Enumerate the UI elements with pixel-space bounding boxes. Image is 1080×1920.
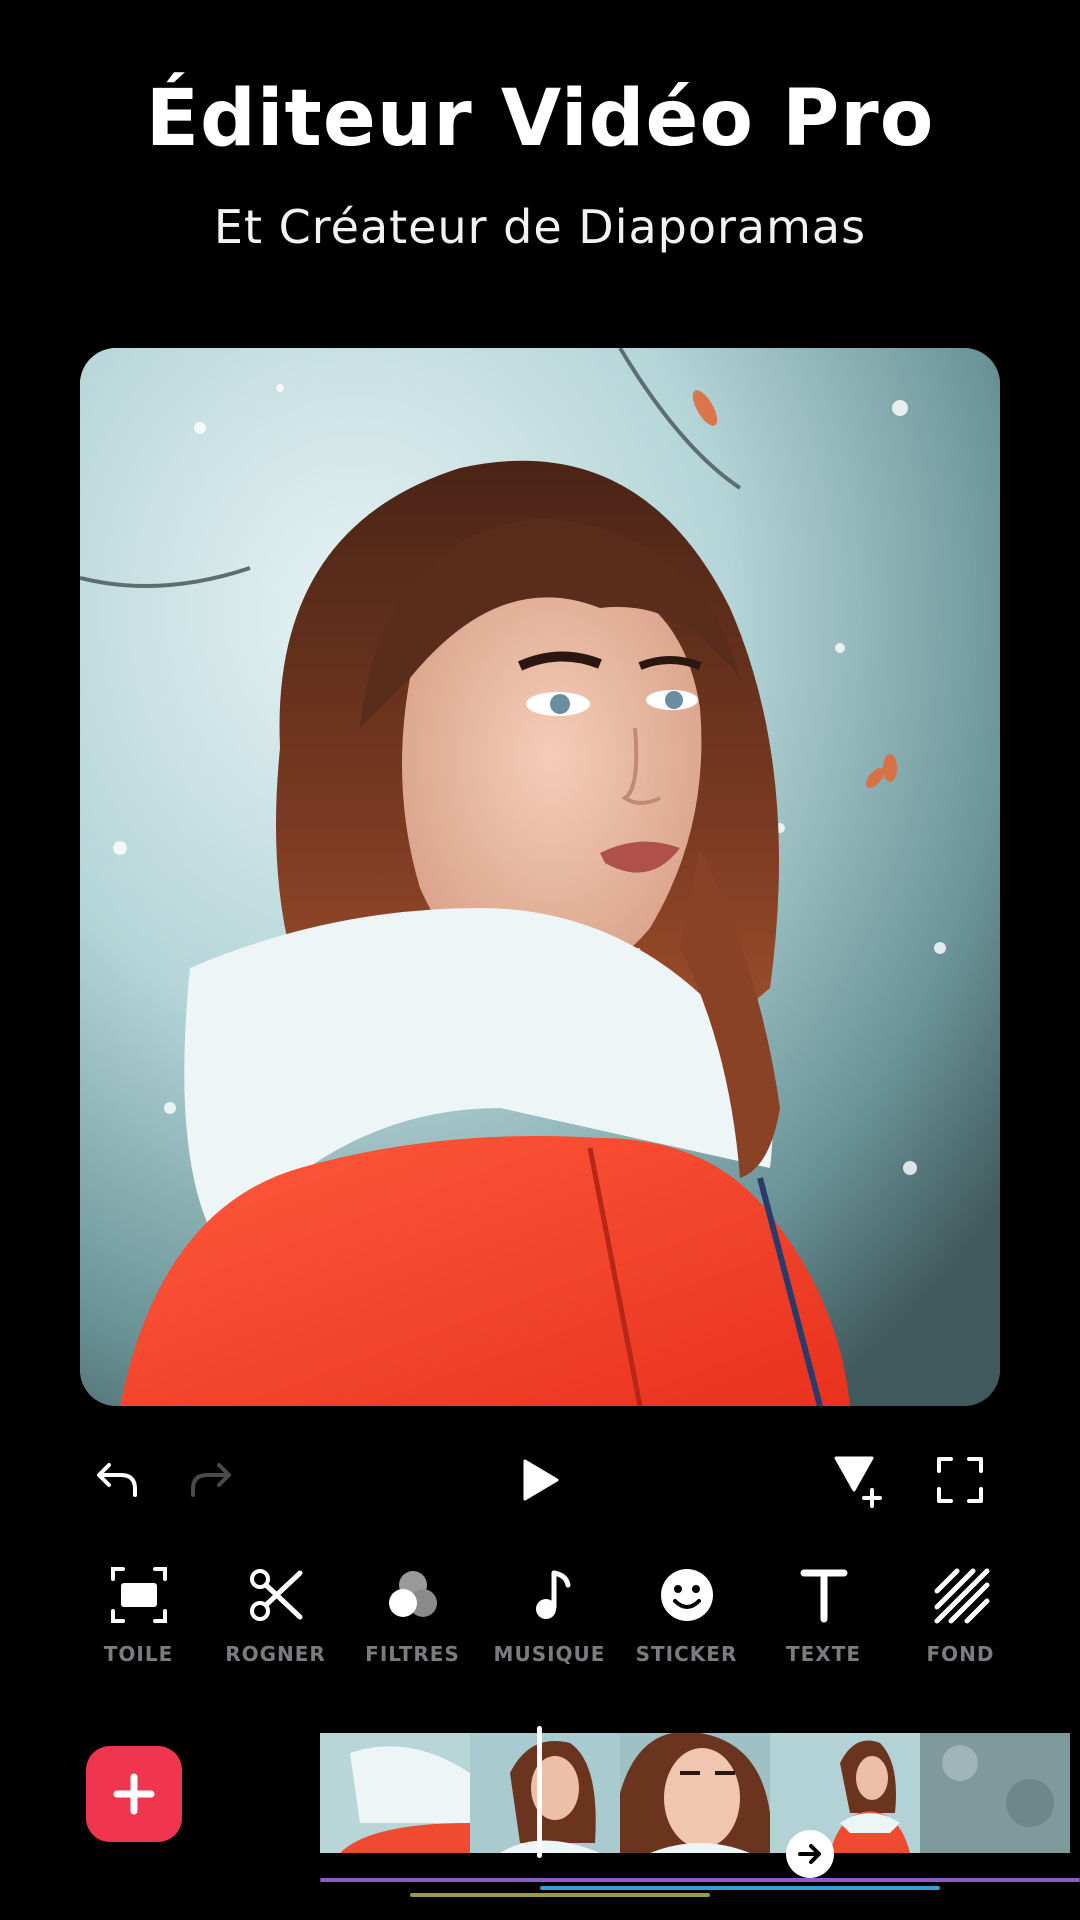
music-note-icon (535, 1570, 570, 1619)
filters-icon (388, 1571, 437, 1617)
preview-image (80, 348, 1000, 1406)
tool-label: MUSIQUE (493, 1642, 606, 1666)
track-olive[interactable] (410, 1893, 710, 1897)
page-title: Éditeur Vidéo Pro (145, 74, 935, 164)
smiley-icon (660, 1569, 713, 1621)
track-purple[interactable] (320, 1878, 1080, 1882)
tool-music[interactable]: MUSIQUE (481, 1560, 618, 1680)
tool-trim[interactable]: ROGNER (207, 1560, 344, 1680)
timeline-frame (470, 1733, 620, 1853)
canvas-icon (110, 1567, 167, 1623)
timeline-frame (920, 1733, 1070, 1853)
fullscreen-icon (937, 1457, 983, 1503)
promo-screen: { "header": { "title": "Éditeur Vidéo Pr… (0, 0, 1080, 1920)
text-icon (800, 1569, 847, 1623)
plus-icon (113, 1773, 155, 1815)
tool-label: ROGNER (225, 1642, 326, 1666)
timeline-frame (620, 1733, 770, 1853)
page-subtitle: Et Créateur de Diaporamas (213, 200, 867, 254)
tool-label: FILTRES (365, 1642, 460, 1666)
tool-canvas[interactable]: TOILE (70, 1560, 207, 1680)
play-icon (523, 1459, 559, 1501)
undo-icon (97, 1463, 137, 1497)
timeline-frame (320, 1733, 470, 1853)
undo-button[interactable] (78, 1440, 158, 1520)
redo-button[interactable] (170, 1440, 250, 1520)
tool-text[interactable]: TEXTE (755, 1560, 892, 1680)
playhead[interactable] (537, 1726, 542, 1858)
redo-icon (191, 1463, 231, 1497)
transition-button[interactable] (786, 1830, 834, 1878)
tool-background[interactable]: FOND (892, 1560, 1029, 1680)
tool-label: FOND (926, 1642, 995, 1666)
keyframe-add-icon (834, 1456, 882, 1508)
play-button[interactable] (498, 1440, 578, 1520)
tool-filters[interactable]: FILTRES (344, 1560, 481, 1680)
tool-bar: TOILE ROGNER FILTRES MUSIQUE STICKER TEX… (70, 1560, 1030, 1680)
fullscreen-button[interactable] (920, 1440, 1000, 1520)
keyframe-add-button[interactable] (818, 1440, 898, 1520)
tool-label: STICKER (635, 1642, 738, 1666)
tool-sticker[interactable]: STICKER (618, 1560, 755, 1680)
tool-label: TOILE (103, 1642, 174, 1666)
track-blue[interactable] (540, 1886, 940, 1890)
arrow-right-icon (798, 1844, 821, 1864)
background-stripes-icon (934, 1568, 989, 1624)
timeline-frame (770, 1733, 920, 1853)
tool-label: TEXTE (785, 1642, 862, 1666)
scissors-icon (249, 1569, 302, 1621)
playback-controls (0, 1440, 1080, 1520)
video-preview[interactable] (80, 348, 1000, 1406)
add-clip-button[interactable] (86, 1746, 182, 1842)
timeline-strip[interactable] (320, 1733, 1080, 1853)
